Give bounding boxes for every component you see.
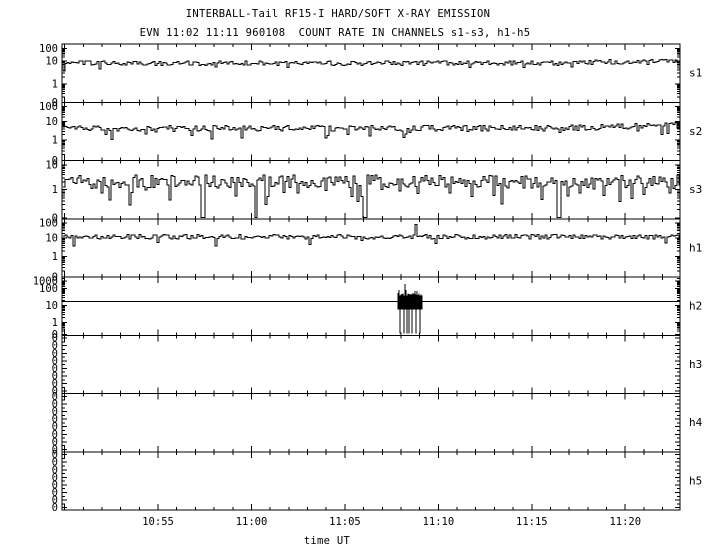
ytick-label-h1-0: 100 — [39, 217, 58, 229]
panel-h5-frame — [61, 451, 681, 511]
panel-h3-frame — [61, 334, 681, 394]
ytick-label-h1-2: 1 — [52, 251, 58, 263]
channel-label-h1: h1 — [689, 241, 702, 254]
panel-h3: 00000000h3 — [52, 333, 703, 398]
channel-label-s1: s1 — [689, 67, 702, 80]
time-tick-label-0: 10:55 — [142, 516, 174, 528]
channel-label-h2: h2 — [689, 300, 702, 313]
ytick-label-h2-2: 10 — [45, 300, 58, 312]
x-axis-label: time UT — [303, 535, 351, 547]
time-tick-label-5: 11:20 — [609, 516, 641, 528]
panel-h1-frame — [61, 218, 681, 278]
panel-h5: 00000000h5 — [52, 449, 703, 514]
trace-h2-burst — [397, 283, 423, 334]
ytick-label-s1-2: 1 — [52, 79, 58, 91]
panel-s1-frame — [61, 43, 681, 103]
panel-s2: 1001010s2 — [39, 101, 702, 167]
ytick-label-h1-1: 10 — [45, 232, 58, 244]
trace-s1 — [63, 58, 680, 72]
ytick-label-s1-1: 10 — [45, 55, 58, 67]
panel-h4-frame — [61, 393, 681, 453]
panel-h2-frame — [61, 276, 681, 336]
panel-s3-frame — [61, 160, 681, 220]
ytick-label-s2-0: 100 — [39, 101, 58, 113]
time-tick-label-4: 11:15 — [516, 516, 548, 528]
ytick-label-h2-3: 1 — [52, 317, 58, 329]
ytick-label-s2-1: 10 — [45, 116, 58, 128]
panel-h4: 00000000h4 — [52, 391, 703, 456]
channel-label-h3: h3 — [689, 358, 702, 371]
ytick-label-s3-1: 1 — [52, 184, 58, 196]
xray-multipanel-plot: 1001010s11001010s21010s31001010h11000100… — [33, 43, 703, 528]
ytick-label-h2-1: 100 — [39, 283, 58, 295]
trace-h1 — [63, 224, 680, 247]
ytick-label-s2-2: 1 — [52, 135, 58, 147]
panel-h1: 1001010h1 — [39, 217, 702, 283]
ytick-label-s3-0: 10 — [45, 159, 58, 171]
ytick-label-s1-0: 100 — [39, 43, 58, 55]
channel-label-h5: h5 — [689, 474, 702, 487]
panel-s3: 1010s3 — [45, 159, 702, 224]
ytick-label-h5-7: 0 — [52, 502, 58, 514]
panel-h2: 10001001010h2 — [33, 275, 703, 341]
channel-label-s3: s3 — [689, 183, 702, 196]
time-tick-label-3: 11:10 — [423, 516, 455, 528]
trace-s2 — [63, 122, 680, 140]
channel-label-s2: s2 — [689, 125, 702, 138]
time-tick-label-2: 11:05 — [329, 516, 361, 528]
time-tick-label-1: 11:00 — [236, 516, 268, 528]
panel-s1: 1001010s1 — [39, 43, 702, 109]
channel-label-h4: h4 — [689, 416, 703, 429]
trace-s3 — [63, 174, 680, 219]
time-axis-labels: 10:55 11:00 11:05 11:10 11:15 11:20 — [142, 516, 641, 528]
